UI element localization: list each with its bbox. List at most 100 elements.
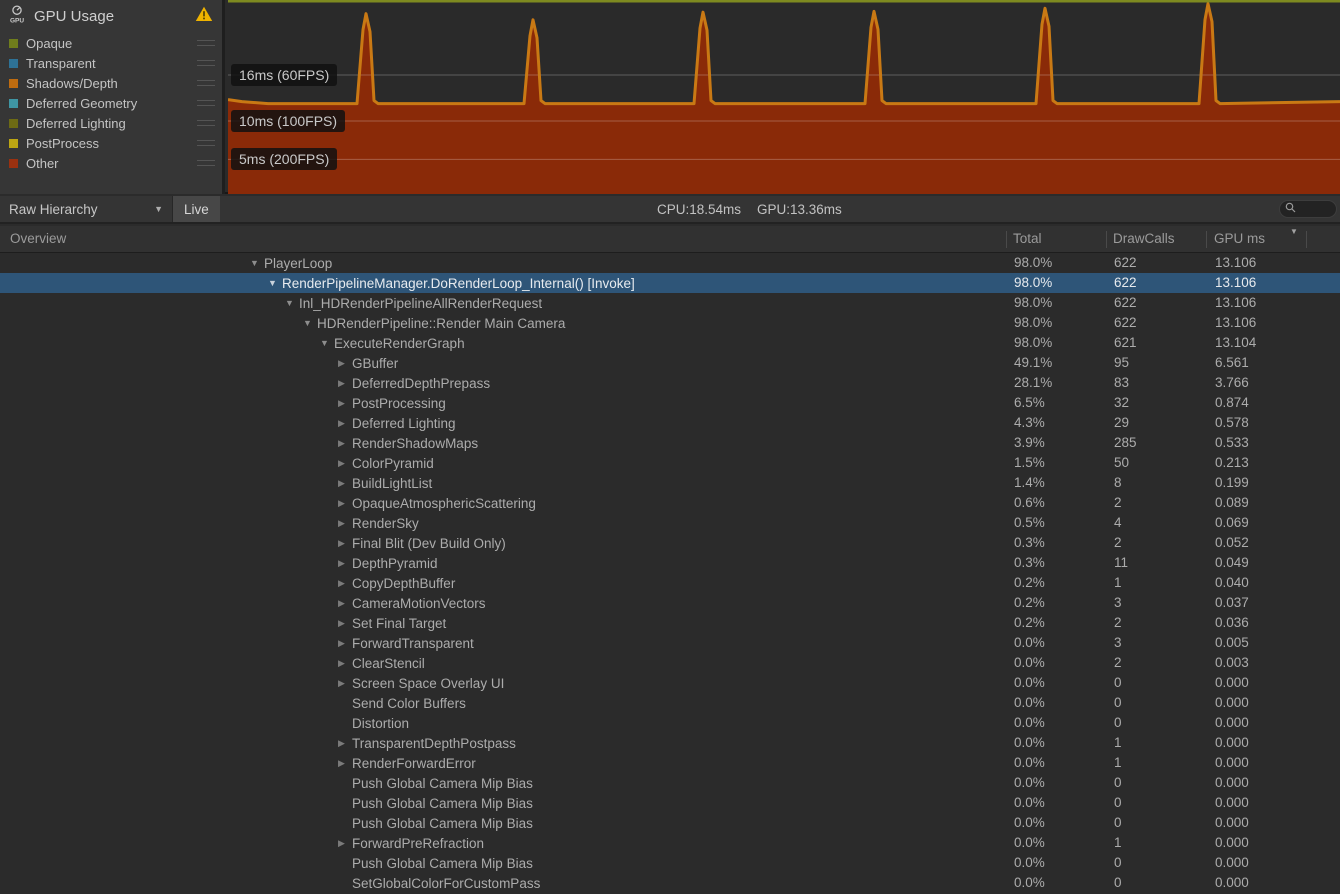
table-row[interactable]: ▼ Inl_HDRenderPipelineAllRenderRequest 98.…	[0, 293, 1340, 313]
gpu-ms: 6.561	[1215, 355, 1249, 370]
drag-handle-icon[interactable]	[197, 40, 215, 46]
column-divider[interactable]	[1106, 231, 1107, 248]
table-row[interactable]: SetGlobalColorForCustomPass 0.0% 0 0.000	[0, 873, 1340, 893]
column-divider[interactable]	[1206, 231, 1207, 248]
table-row[interactable]: Push Global Camera Mip Bias 0.0% 0 0.000	[0, 813, 1340, 833]
table-row[interactable]: ▼ PlayerLoop 98.0% 622 13.106	[0, 253, 1340, 273]
expand-arrow-icon[interactable]: ▶	[338, 358, 352, 369]
draw-calls: 0	[1114, 675, 1122, 690]
legend-item-shadows-depth[interactable]: Shadows/Depth	[0, 73, 222, 93]
column-header-overview[interactable]: Overview	[10, 226, 66, 252]
draw-calls: 0	[1114, 775, 1122, 790]
column-header-drawcalls[interactable]: DrawCalls	[1113, 226, 1175, 252]
collapse-arrow-icon[interactable]: ▼	[268, 278, 282, 288]
table-row[interactable]: ▼ RenderPipelineManager.DoRenderLoop_Inte…	[0, 273, 1340, 293]
table-row[interactable]: ▶ RenderSky 0.5% 4 0.069	[0, 513, 1340, 533]
column-divider[interactable]	[1306, 231, 1307, 248]
column-divider[interactable]	[1006, 231, 1007, 248]
hierarchy-mode-dropdown[interactable]: Raw Hierarchy ▼	[0, 196, 173, 222]
live-button[interactable]: Live	[173, 196, 220, 222]
expand-arrow-icon[interactable]: ▶	[338, 478, 352, 489]
color-swatch	[9, 58, 18, 68]
drag-handle-icon[interactable]	[197, 80, 215, 86]
legend-item-other[interactable]: Other	[0, 153, 222, 173]
legend-item-transparent[interactable]: Transparent	[0, 53, 222, 73]
gpu-ms: 0.000	[1215, 795, 1249, 810]
table-row[interactable]: Distortion 0.0% 0 0.000	[0, 713, 1340, 733]
table-row[interactable]: ▶ ForwardPreRefraction 0.0% 1 0.000	[0, 833, 1340, 853]
expand-arrow-icon[interactable]: ▶	[338, 618, 352, 629]
legend-item-deferred-lighting[interactable]: Deferred Lighting	[0, 113, 222, 133]
table-row[interactable]: ▼ ExecuteRenderGraph 98.0% 621 13.104	[0, 333, 1340, 353]
table-row[interactable]: ▶ CameraMotionVectors 0.2% 3 0.037	[0, 593, 1340, 613]
column-header-gpu-ms[interactable]: GPU ms	[1214, 226, 1265, 252]
collapse-arrow-icon[interactable]: ▼	[303, 318, 317, 328]
expand-arrow-icon[interactable]: ▶	[338, 518, 352, 529]
expand-arrow-icon[interactable]: ▶	[338, 558, 352, 569]
table-row[interactable]: Push Global Camera Mip Bias 0.0% 0 0.000	[0, 773, 1340, 793]
legend-item-deferred-geometry[interactable]: Deferred Geometry	[0, 93, 222, 113]
expand-arrow-icon[interactable]: ▶	[338, 838, 352, 849]
expand-arrow-icon[interactable]: ▶	[338, 738, 352, 749]
total-percent: 98.0%	[1014, 255, 1053, 270]
column-header-total[interactable]: Total	[1013, 226, 1042, 252]
table-row[interactable]: ▶ Screen Space Overlay UI 0.0% 0 0.000	[0, 673, 1340, 693]
table-row[interactable]: ▶ RenderForwardError 0.0% 1 0.000	[0, 753, 1340, 773]
expand-arrow-icon[interactable]: ▶	[338, 678, 352, 689]
expand-arrow-icon[interactable]: ▶	[338, 538, 352, 549]
gpu-ms: 0.000	[1215, 675, 1249, 690]
search-field[interactable]	[1279, 200, 1337, 218]
sort-descending-icon[interactable]: ▼	[1290, 227, 1298, 236]
table-row[interactable]: ▶ RenderShadowMaps 3.9% 285 0.533	[0, 433, 1340, 453]
drag-handle-icon[interactable]	[197, 140, 215, 146]
search-input[interactable]	[1299, 202, 1331, 216]
expand-arrow-icon[interactable]: ▶	[338, 418, 352, 429]
drag-handle-icon[interactable]	[197, 120, 215, 126]
table-row[interactable]: ▶ GBuffer 49.1% 95 6.561	[0, 353, 1340, 373]
search-icon	[1285, 200, 1296, 218]
drag-handle-icon[interactable]	[197, 100, 215, 106]
expand-arrow-icon[interactable]: ▶	[338, 378, 352, 389]
collapse-arrow-icon[interactable]: ▼	[250, 258, 264, 268]
table-row[interactable]: ▶ PostProcessing 6.5% 32 0.874	[0, 393, 1340, 413]
expand-arrow-icon[interactable]: ▶	[338, 578, 352, 589]
gpu-time-graph[interactable]	[228, 0, 1340, 194]
expand-arrow-icon[interactable]: ▶	[338, 498, 352, 509]
expand-arrow-icon[interactable]: ▶	[338, 758, 352, 769]
table-row[interactable]: ▶ CopyDepthBuffer 0.2% 1 0.040	[0, 573, 1340, 593]
table-row[interactable]: ▶ DeferredDepthPrepass 28.1% 83 3.766	[0, 373, 1340, 393]
sample-name: Inl_HDRenderPipelineAllRenderRequest	[299, 295, 543, 311]
table-row[interactable]: ▼ HDRenderPipeline::Render Main Camera 98.…	[0, 313, 1340, 333]
table-row[interactable]: ▶ ForwardTransparent 0.0% 3 0.005	[0, 633, 1340, 653]
legend-item-postprocess[interactable]: PostProcess	[0, 133, 222, 153]
table-row[interactable]: ▶ OpaqueAtmosphericScattering 0.6% 2 0.089	[0, 493, 1340, 513]
drag-handle-icon[interactable]	[197, 160, 215, 166]
table-row[interactable]: Push Global Camera Mip Bias 0.0% 0 0.000	[0, 853, 1340, 873]
table-row[interactable]: ▶ ClearStencil 0.0% 2 0.003	[0, 653, 1340, 673]
table-row[interactable]: ▶ Deferred Lighting 4.3% 29 0.578	[0, 413, 1340, 433]
draw-calls: 285	[1114, 435, 1137, 450]
gpu-usage-chart[interactable]: 16ms (60FPS) 10ms (100FPS) 5ms (200FPS)	[228, 0, 1340, 194]
gpu-ms: 0.199	[1215, 475, 1249, 490]
table-row[interactable]: ▶ Set Final Target 0.2% 2 0.036	[0, 613, 1340, 633]
collapse-arrow-icon[interactable]: ▼	[320, 338, 334, 348]
expand-arrow-icon[interactable]: ▶	[338, 398, 352, 409]
legend-item-opaque[interactable]: Opaque	[0, 33, 222, 53]
expand-arrow-icon[interactable]: ▶	[338, 658, 352, 669]
expand-arrow-icon[interactable]: ▶	[338, 638, 352, 649]
table-row[interactable]: Push Global Camera Mip Bias 0.0% 0 0.000	[0, 793, 1340, 813]
table-row[interactable]: ▶ ColorPyramid 1.5% 50 0.213	[0, 453, 1340, 473]
sample-name: Push Global Camera Mip Bias	[352, 795, 533, 811]
draw-calls: 621	[1114, 335, 1137, 350]
table-row[interactable]: ▶ DepthPyramid 0.3% 11 0.049	[0, 553, 1340, 573]
collapse-arrow-icon[interactable]: ▼	[285, 298, 299, 308]
sample-name: Screen Space Overlay UI	[352, 675, 505, 691]
expand-arrow-icon[interactable]: ▶	[338, 458, 352, 469]
expand-arrow-icon[interactable]: ▶	[338, 598, 352, 609]
table-row[interactable]: Send Color Buffers 0.0% 0 0.000	[0, 693, 1340, 713]
table-row[interactable]: ▶ Final Blit (Dev Build Only) 0.3% 2 0.052	[0, 533, 1340, 553]
drag-handle-icon[interactable]	[197, 60, 215, 66]
table-row[interactable]: ▶ BuildLightList 1.4% 8 0.199	[0, 473, 1340, 493]
table-row[interactable]: ▶ TransparentDepthPostpass 0.0% 1 0.000	[0, 733, 1340, 753]
expand-arrow-icon[interactable]: ▶	[338, 438, 352, 449]
